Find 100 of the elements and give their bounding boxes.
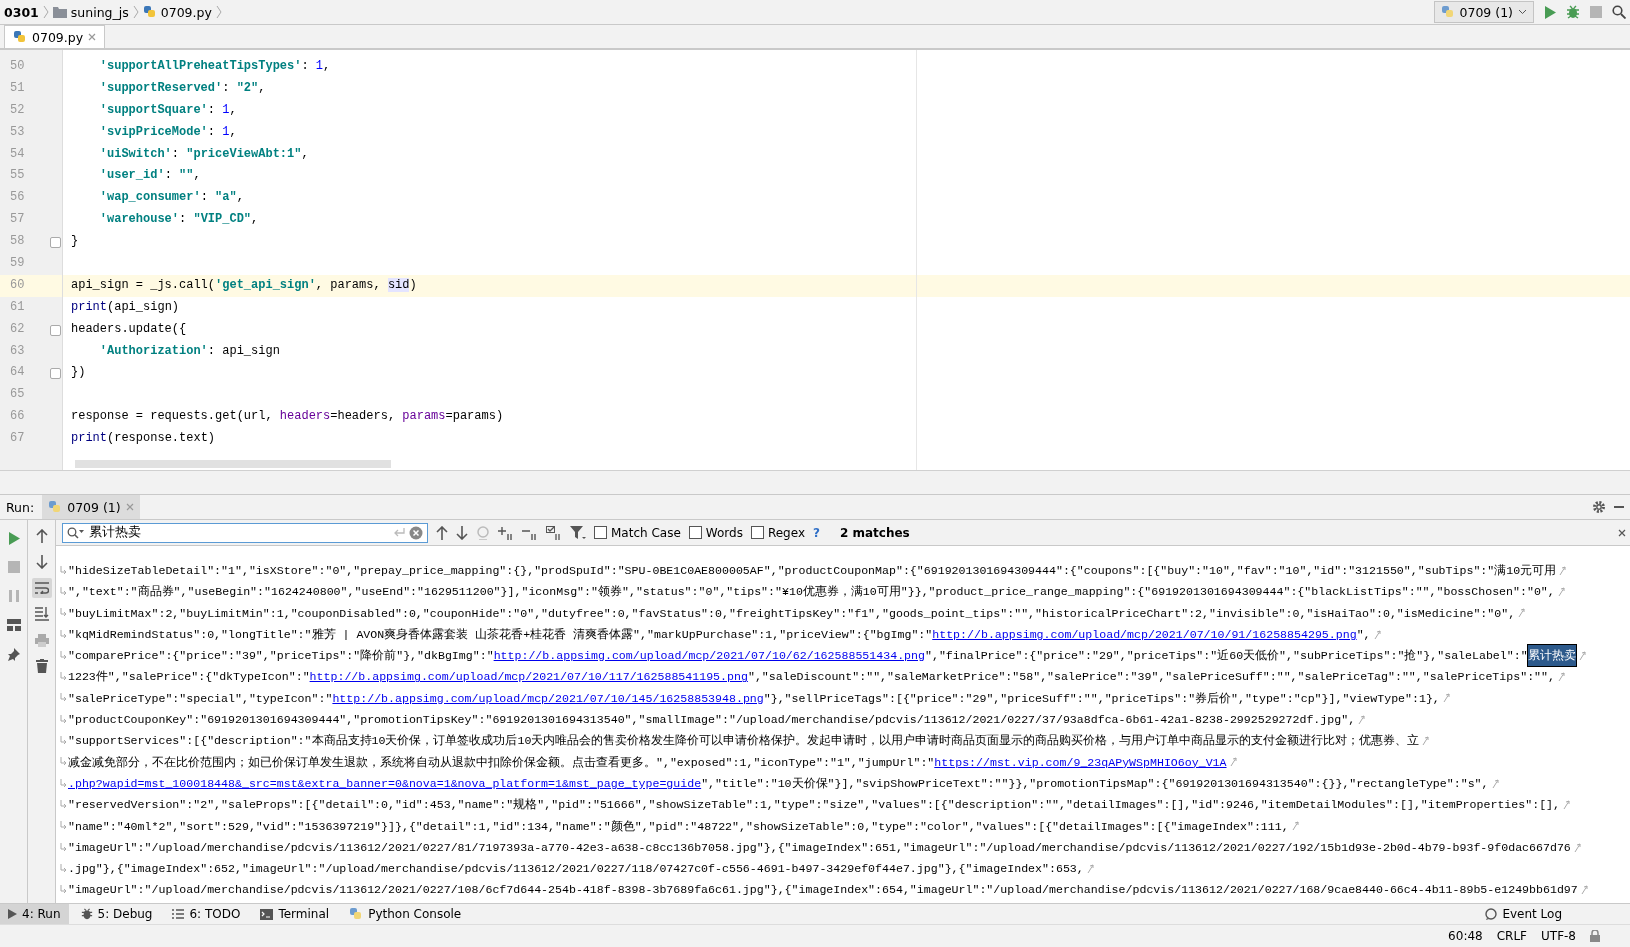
wrap-mark-icon: [60, 672, 67, 683]
soft-wrap-button[interactable]: [31, 578, 52, 598]
line-number: 53: [9, 123, 26, 141]
tool-window-tab[interactable]: Python Console: [341, 904, 470, 924]
previous-match-icon[interactable]: [436, 525, 448, 540]
list-icon: [172, 909, 185, 919]
console-text: "reservedVersion":"2","saleProps":[{"detail":0,"id":453,"name":"规格","pid":"51666","showSizeTable":1,"type":"size","values":[{"description":"","detailImages":[],"id":9246,"itemDetailModules":[],"itemProperties":[],: [68, 797, 1560, 814]
checkbox[interactable]: Words: [688, 525, 743, 540]
console-text: "name":"40ml*2","sort":529,"vid":"1536397219"}]},{"detail":1,"id":134,"name":"颜色","pid":"48722","showSizeTable":0,"type":"color","values":[{"detailImages":[{"imageIndex":111,: [68, 818, 1289, 835]
code-line: headers.update({: [70, 320, 188, 338]
add-selection-icon[interactable]: [498, 525, 514, 540]
line-separator[interactable]: CRLF: [1496, 929, 1527, 943]
rerun-icon[interactable]: [7, 531, 20, 545]
code-line: 'supportSquare': 1,: [98, 101, 238, 119]
layout-icon[interactable]: [6, 619, 21, 631]
console-text: "comparePrice":{"price":"39","priceTips":"降价前"},"dkBgImg":": [68, 648, 494, 665]
link[interactable]: http://b.appsimg.com/upload/mcp/2021/07/10/62/162588551434.png: [493, 645, 925, 667]
trash-icon[interactable]: [35, 659, 48, 673]
scrollbar[interactable]: [75, 460, 391, 468]
lock-icon[interactable]: [1590, 930, 1600, 942]
wrap-mark-icon: [1559, 565, 1567, 576]
link[interactable]: http://b.appsimg.com/upload/mcp/2021/07/10/145/16258853948.png: [332, 687, 764, 710]
tool-window-tab[interactable]: 5: Debug: [72, 904, 161, 924]
help-link[interactable]: ?: [813, 525, 820, 540]
console-text: "imageUrl":"/upload/merchandise/pdcvis/113612/2021/0227/108/6cf7d644-254b-418f-8398-3b7689fa6c61.jpg"},{"imageIndex":654,"imageUrl":"/upload/merchandise/pdcvis/113612/2021/0227/168/9cae8440-66c4-4b11-89b5-e1249bb61d97: [68, 882, 1578, 899]
wrap-mark-icon: [60, 586, 67, 597]
line-number: 59: [9, 255, 26, 272]
panel-title: Run:: [6, 499, 35, 515]
file-encoding[interactable]: UTF-8: [1541, 929, 1576, 943]
run-icon[interactable]: [1544, 5, 1556, 19]
fold-icon[interactable]: [50, 368, 61, 380]
console-text: "salePriceType":"special","typeIcon":": [68, 690, 333, 707]
link[interactable]: https://mst.vip.com/9_23qAPyWSpMHIO6oy_V1A: [934, 751, 1227, 773]
console-text: "supportServices":[{"description":"本商品支持10天价保，订单签收成功后10天内唯品会的售卖价格发生降价可以申请价格保护。发起申请时，以用户申请时商品页面显示的商品购买价格，与用户订单中商品显示的支付金额进行比对；优惠券、立: [68, 733, 1420, 750]
line-number: 65: [9, 386, 26, 404]
link[interactable]: http://b.appsimg.com/upload/mcp/2021/07/10/117/162588541195.png: [309, 666, 748, 688]
run-tab[interactable]: 0709 (1): [42, 495, 140, 519]
run-config-dropdown[interactable]: 0709 (1): [1433, 1, 1534, 23]
filter-icon[interactable]: [570, 525, 586, 540]
python-icon: [349, 907, 364, 921]
scroll-to-end-icon[interactable]: [34, 607, 49, 621]
next-match-icon[interactable]: [456, 525, 468, 540]
close-icon[interactable]: [88, 33, 97, 41]
breadcrumb[interactable]: suning_js: [48, 4, 133, 20]
tool-window-tab[interactable]: Terminal: [252, 904, 338, 924]
down-arrow-icon[interactable]: [35, 555, 48, 569]
code-line: }): [70, 364, 87, 382]
search-icon[interactable]: [1612, 5, 1626, 19]
wrap-mark-icon: [60, 608, 67, 619]
search-field[interactable]: 累计热卖: [62, 522, 428, 543]
code-line: 'user_id': "",: [98, 167, 202, 185]
fold-icon[interactable]: [50, 324, 61, 336]
wrap-mark-icon: [60, 778, 67, 789]
chevron-icon: [42, 5, 49, 19]
tool-window-tab[interactable]: 6: TODO: [164, 904, 249, 924]
match-count: 2 matches: [839, 525, 910, 540]
checkbox[interactable]: Regex: [750, 525, 805, 540]
fold-icon[interactable]: [50, 237, 61, 249]
python-file-icon: [13, 30, 27, 44]
search-icon[interactable]: [67, 526, 85, 539]
caret-icon: [1518, 9, 1527, 15]
close-icon[interactable]: [1618, 528, 1626, 537]
select-all-icon[interactable]: [546, 525, 562, 540]
editor-tab[interactable]: 0709.py: [4, 25, 106, 48]
code-line: 'supportReserved': "2",: [98, 79, 267, 97]
event-log-button[interactable]: Event Log: [1477, 904, 1570, 924]
wrap-mark-icon: [1518, 608, 1526, 619]
pin-icon[interactable]: [7, 647, 20, 661]
breadcrumb[interactable]: 0709.py: [138, 4, 216, 20]
link[interactable]: .php?wapid=mst_100018448&_src=mst&extra_banner=0&nova=1&nova_platform=1&mst_page_type=guide: [68, 772, 702, 795]
line-number: 54: [9, 145, 26, 163]
line-number: 50: [9, 58, 26, 75]
code-line: 'Authorization': api_sign: [98, 342, 281, 360]
line-number: 64: [0, 362, 62, 385]
checkbox[interactable]: Match Case: [594, 525, 681, 540]
wrap-mark-icon: [1358, 714, 1366, 725]
cursor-position[interactable]: 60:48: [1448, 929, 1483, 943]
code-line: 'svipPriceMode': 1,: [98, 123, 238, 141]
line-number: 61: [9, 298, 26, 316]
python-icon: [1440, 5, 1455, 19]
settings-icon[interactable]: [1592, 500, 1606, 514]
wrap-mark-icon: [60, 650, 67, 661]
console-text: "hideSizeTableDetail":"1","isXStore":"0","prepay_price_mapping":{},"prodSpuId":"SPU-0BE1C0AE800005AF","productCouponMap":{"6919201301694309444":{"coupons":[{"buy":"10","fav":"10","id":"3121550","subTips":"满10元可用: [68, 563, 1557, 579]
console-text: ",: [1356, 626, 1371, 643]
chevron-icon: [132, 5, 139, 19]
chevron-icon: [215, 5, 222, 19]
wrap-mark-icon: [1422, 736, 1430, 746]
run-icon: [8, 909, 17, 919]
breadcrumb[interactable]: 0301: [0, 4, 43, 20]
clear-icon[interactable]: [409, 525, 423, 540]
debug-icon[interactable]: [1566, 5, 1580, 19]
code-line: print(response.text): [70, 430, 217, 448]
console-text: "kqMidRemindStatus":0,"longTitle":"雅芳 | AVON爽身香体露套装 山茶花香+桂花香 清爽香体露","markUpPurchase":1,"priceView":{"bgImg":": [68, 626, 933, 643]
link[interactable]: http://b.appsimg.com/upload/mcp/2021/07/10/91/16258854295.png: [932, 623, 1357, 646]
tool-window-tab[interactable]: 4: Run: [0, 904, 69, 924]
print-icon[interactable]: [34, 633, 49, 647]
console-text: .jpg"},{"imageIndex":652,"imageUrl":"/upload/merchandise/pdcvis/113612/2021/0227/118/07427c0f-c556-4691-b497-3429ef0f44e7.jpg"},{"imageIndex":653,: [68, 861, 1084, 878]
wrap-mark-icon: [60, 821, 67, 832]
line-number: 66: [9, 408, 26, 426]
up-arrow-icon[interactable]: [35, 529, 48, 543]
